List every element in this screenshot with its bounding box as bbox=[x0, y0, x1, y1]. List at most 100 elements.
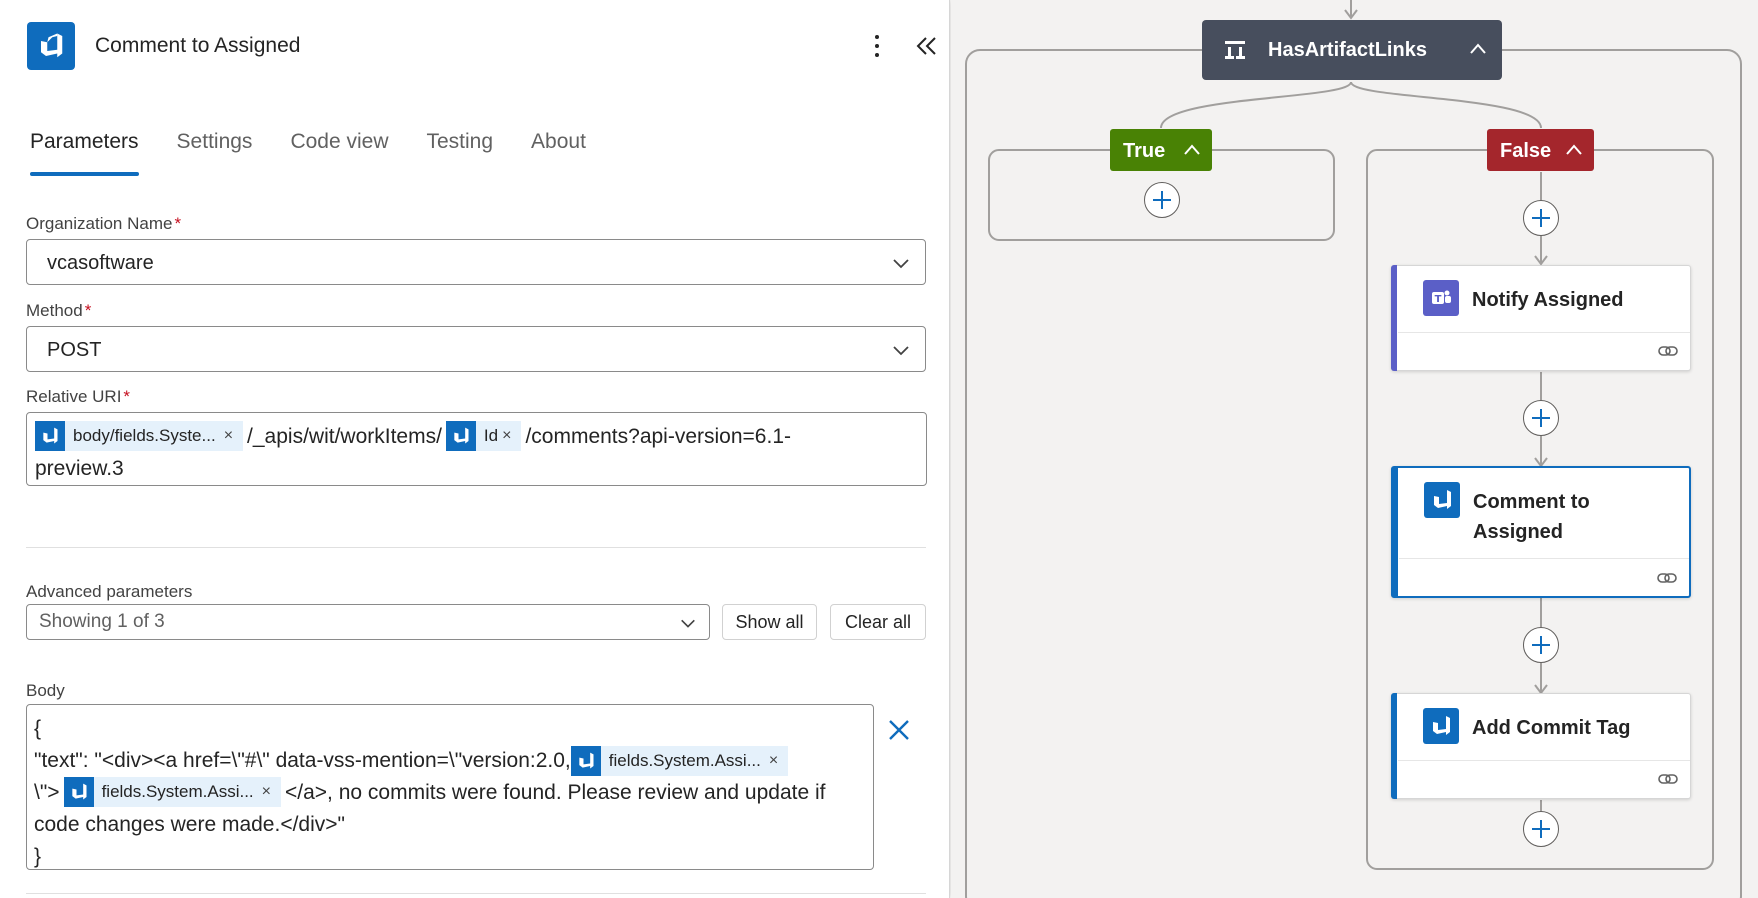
plus-icon bbox=[1532, 820, 1550, 838]
add-action-button[interactable] bbox=[1523, 400, 1559, 436]
show-all-button[interactable]: Show all bbox=[722, 604, 817, 640]
true-branch-label: True bbox=[1123, 140, 1166, 162]
false-branch-label: False bbox=[1500, 140, 1552, 162]
divider bbox=[26, 547, 926, 548]
required-marker: * bbox=[123, 387, 131, 406]
tab-parameters[interactable]: Parameters bbox=[30, 130, 139, 176]
condition-header[interactable]: HasArtifactLinks bbox=[1202, 20, 1502, 80]
organization-value: vcasoftware bbox=[47, 252, 154, 274]
card-separator bbox=[1398, 332, 1690, 333]
action-card-notify-assigned[interactable]: T Notify Assigned bbox=[1391, 265, 1691, 371]
panel-tabs: Parameters Settings Code view Testing Ab… bbox=[30, 130, 624, 176]
svg-text:T: T bbox=[1435, 294, 1442, 305]
relative-uri-input[interactable]: body/fields.Syste... × /_apis/wit/workIt… bbox=[26, 412, 927, 486]
tab-settings[interactable]: Settings bbox=[177, 130, 253, 176]
link-icon bbox=[1658, 774, 1678, 784]
link-icon bbox=[1658, 346, 1678, 356]
azure-devops-icon bbox=[1424, 482, 1460, 518]
dynamic-content-token[interactable]: fields.System.Assi... × bbox=[570, 745, 789, 777]
add-action-button[interactable] bbox=[1523, 811, 1559, 847]
false-branch-tag[interactable]: False bbox=[1487, 129, 1594, 171]
tab-testing[interactable]: Testing bbox=[427, 130, 494, 176]
body-text: "text": "<div><a href=\"#\" data-vss-men… bbox=[34, 749, 571, 772]
tab-code-view[interactable]: Code view bbox=[290, 130, 388, 176]
token-label: fields.System.Assi... bbox=[101, 782, 254, 801]
chevron-up-icon[interactable] bbox=[1182, 141, 1202, 159]
remove-token-button[interactable]: × bbox=[769, 745, 788, 777]
uri-text: preview.3 bbox=[35, 457, 124, 480]
condition-title: HasArtifactLinks bbox=[1268, 39, 1427, 61]
method-dropdown[interactable]: POST bbox=[26, 326, 926, 372]
true-branch-tag[interactable]: True bbox=[1110, 129, 1212, 171]
uri-text: /comments?api-version=6.1- bbox=[525, 425, 791, 448]
collapse-panel-icon[interactable] bbox=[912, 30, 942, 62]
remove-token-button[interactable]: × bbox=[502, 420, 521, 452]
divider bbox=[26, 893, 926, 894]
azure-devops-icon bbox=[570, 746, 601, 776]
card-stripe bbox=[1391, 693, 1397, 799]
action-card-add-commit-tag[interactable]: Add Commit Tag bbox=[1391, 693, 1691, 799]
add-action-button[interactable] bbox=[1144, 182, 1180, 218]
token-label: Id bbox=[483, 426, 499, 445]
relative-uri-label: Relative URI * bbox=[26, 387, 130, 407]
organization-dropdown[interactable]: vcasoftware bbox=[26, 239, 926, 285]
token-label: fields.System.Assi... bbox=[608, 751, 761, 770]
add-action-button[interactable] bbox=[1523, 627, 1559, 663]
designer-canvas[interactable]: HasArtifactLinks True False T Notify Ass… bbox=[951, 0, 1758, 898]
link-icon bbox=[1657, 573, 1677, 583]
body-text: { bbox=[34, 717, 42, 740]
advanced-parameters-dropdown[interactable]: Showing 1 of 3 bbox=[26, 604, 710, 640]
dynamic-content-token[interactable]: body/fields.Syste... × bbox=[35, 420, 244, 452]
chevron-up-icon[interactable] bbox=[1564, 141, 1584, 159]
remove-token-button[interactable]: × bbox=[224, 420, 243, 452]
card-title: Add Commit Tag bbox=[1472, 717, 1631, 739]
uri-text: /_apis/wit/workItems/ bbox=[247, 425, 442, 448]
relative-uri-label-text: Relative URI bbox=[26, 387, 122, 406]
body-text: } bbox=[34, 845, 42, 868]
body-input[interactable]: { "text": "<div><a href=\"#\" data-vss-m… bbox=[26, 704, 874, 870]
chevron-down-icon bbox=[893, 346, 909, 356]
clear-all-button[interactable]: Clear all bbox=[830, 604, 926, 640]
azure-devops-icon bbox=[63, 777, 94, 807]
plus-icon bbox=[1532, 409, 1550, 427]
body-text: \"> bbox=[34, 781, 60, 804]
advanced-parameters-label: Advanced parameters bbox=[26, 582, 193, 601]
azure-devops-icon bbox=[445, 421, 476, 451]
plus-icon bbox=[1532, 209, 1550, 227]
card-separator bbox=[1398, 760, 1690, 761]
chevron-down-icon bbox=[893, 259, 909, 269]
dynamic-content-token[interactable]: fields.System.Assi... × bbox=[63, 776, 282, 808]
card-separator bbox=[1399, 558, 1689, 559]
add-action-button[interactable] bbox=[1523, 200, 1559, 236]
plus-icon bbox=[1532, 636, 1550, 654]
card-title: Comment to Assigned bbox=[1473, 491, 1590, 543]
body-text: code changes were made.</div>" bbox=[34, 813, 345, 836]
clear-body-icon[interactable] bbox=[885, 716, 913, 744]
panel-title: Comment to Assigned bbox=[95, 34, 301, 57]
azure-devops-icon bbox=[1423, 708, 1459, 744]
method-label-text: Method bbox=[26, 301, 83, 320]
card-title: Notify Assigned bbox=[1472, 289, 1624, 311]
body-label: Body bbox=[26, 681, 65, 700]
organization-label: Organization Name * bbox=[26, 214, 181, 234]
action-card-comment-to-assigned[interactable]: Comment to Assigned bbox=[1391, 466, 1691, 598]
dynamic-content-token[interactable]: Id × bbox=[445, 420, 522, 452]
advanced-parameters-value: Showing 1 of 3 bbox=[39, 611, 165, 632]
tab-about[interactable]: About bbox=[531, 130, 586, 176]
action-details-panel: Comment to Assigned Parameters Settings … bbox=[0, 0, 950, 898]
azure-devops-icon bbox=[35, 421, 65, 451]
azure-devops-icon bbox=[27, 22, 75, 70]
remove-token-button[interactable]: × bbox=[262, 776, 281, 808]
method-value: POST bbox=[47, 339, 102, 361]
teams-icon: T bbox=[1423, 280, 1459, 316]
required-marker: * bbox=[174, 214, 182, 233]
chevron-down-icon bbox=[681, 619, 695, 628]
token-label: body/fields.Syste... bbox=[73, 426, 216, 445]
chevron-up-icon[interactable] bbox=[1468, 40, 1488, 58]
method-label: Method * bbox=[26, 301, 91, 321]
organization-label-text: Organization Name bbox=[26, 214, 173, 233]
more-options-icon[interactable] bbox=[865, 30, 889, 62]
plus-icon bbox=[1153, 191, 1171, 209]
condition-icon bbox=[1225, 41, 1245, 59]
card-stripe bbox=[1392, 467, 1398, 597]
